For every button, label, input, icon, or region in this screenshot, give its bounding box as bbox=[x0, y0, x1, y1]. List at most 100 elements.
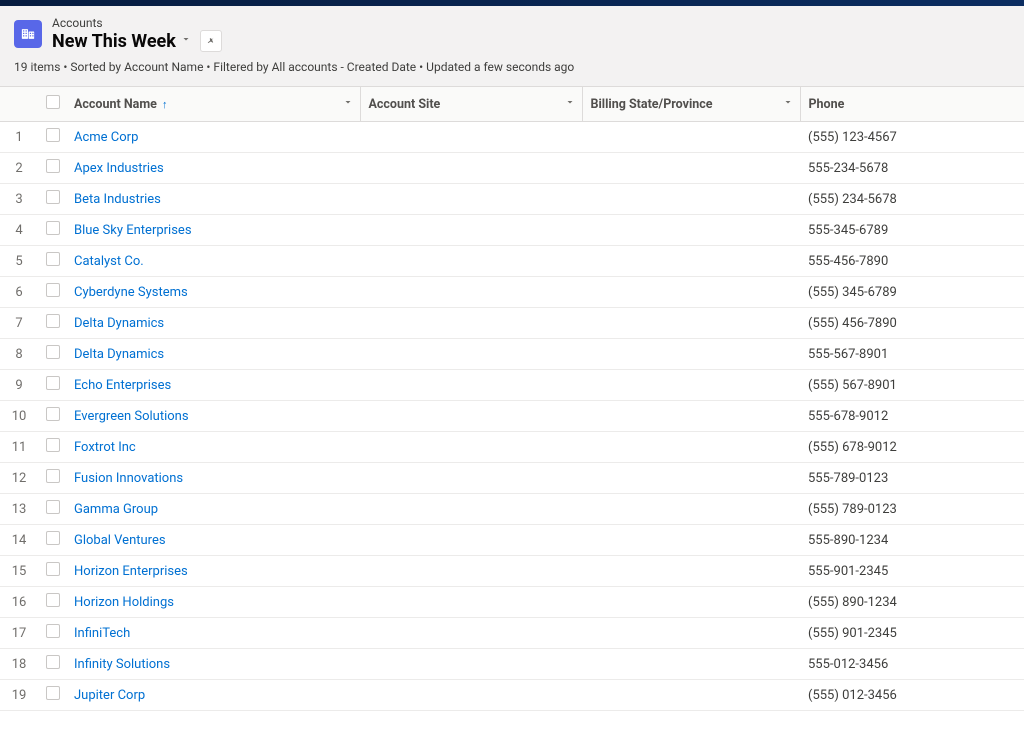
account-name-link[interactable]: Apex Industries bbox=[74, 161, 164, 176]
account-name-link[interactable]: Infinity Solutions bbox=[74, 657, 170, 672]
billing-state-cell bbox=[582, 308, 800, 339]
row-checkbox[interactable] bbox=[46, 221, 60, 235]
col-header-rownum bbox=[0, 87, 38, 122]
account-name-cell: Horizon Holdings bbox=[66, 587, 360, 618]
select-all-checkbox[interactable] bbox=[46, 95, 60, 109]
col-header-select-all[interactable] bbox=[38, 87, 66, 122]
row-checkbox-cell[interactable] bbox=[38, 215, 66, 246]
row-checkbox-cell[interactable] bbox=[38, 308, 66, 339]
row-checkbox[interactable] bbox=[46, 562, 60, 576]
row-checkbox-cell[interactable] bbox=[38, 680, 66, 711]
row-checkbox-cell[interactable] bbox=[38, 370, 66, 401]
pin-list-button[interactable] bbox=[200, 30, 222, 52]
account-name-cell: Blue Sky Enterprises bbox=[66, 215, 360, 246]
row-checkbox[interactable] bbox=[46, 128, 60, 142]
account-site-cell bbox=[360, 122, 582, 153]
account-name-link[interactable]: Fusion Innovations bbox=[74, 471, 183, 486]
row-number: 19 bbox=[0, 680, 38, 711]
row-checkbox-cell[interactable] bbox=[38, 153, 66, 184]
row-checkbox-cell[interactable] bbox=[38, 556, 66, 587]
account-name-link[interactable]: Horizon Holdings bbox=[74, 595, 174, 610]
col-header-account-site[interactable]: Account Site bbox=[360, 87, 582, 122]
account-name-cell: Foxtrot Inc bbox=[66, 432, 360, 463]
row-checkbox[interactable] bbox=[46, 655, 60, 669]
col-header-account-name[interactable]: Account Name ↑ bbox=[66, 87, 360, 122]
billing-state-cell bbox=[582, 401, 800, 432]
table-row: 4Blue Sky Enterprises555-345-6789 bbox=[0, 215, 1024, 246]
col-menu-billing-state[interactable] bbox=[782, 96, 794, 112]
row-checkbox[interactable] bbox=[46, 686, 60, 700]
account-name-link[interactable]: Cyberdyne Systems bbox=[74, 285, 188, 300]
phone-cell: 555-345-6789 bbox=[800, 215, 1024, 246]
account-name-link[interactable]: Delta Dynamics bbox=[74, 347, 164, 362]
row-checkbox-cell[interactable] bbox=[38, 432, 66, 463]
row-checkbox[interactable] bbox=[46, 314, 60, 328]
col-menu-account-site[interactable] bbox=[564, 96, 576, 112]
phone-cell: 555-234-5678 bbox=[800, 153, 1024, 184]
row-checkbox[interactable] bbox=[46, 376, 60, 390]
table-row: 10Evergreen Solutions555-678-9012 bbox=[0, 401, 1024, 432]
billing-state-cell bbox=[582, 432, 800, 463]
row-checkbox-cell[interactable] bbox=[38, 246, 66, 277]
row-checkbox[interactable] bbox=[46, 469, 60, 483]
table-row: 16Horizon Holdings(555) 890-1234 bbox=[0, 587, 1024, 618]
row-number: 8 bbox=[0, 339, 38, 370]
billing-state-cell bbox=[582, 525, 800, 556]
col-header-billing-state[interactable]: Billing State/Province bbox=[582, 87, 800, 122]
row-checkbox-cell[interactable] bbox=[38, 277, 66, 308]
row-checkbox-cell[interactable] bbox=[38, 122, 66, 153]
row-checkbox-cell[interactable] bbox=[38, 401, 66, 432]
list-view-title[interactable]: New This Week bbox=[52, 31, 176, 52]
row-checkbox-cell[interactable] bbox=[38, 463, 66, 494]
account-site-cell bbox=[360, 649, 582, 680]
account-name-link[interactable]: Foxtrot Inc bbox=[74, 440, 136, 455]
col-menu-account-name[interactable] bbox=[342, 96, 354, 112]
row-checkbox-cell[interactable] bbox=[38, 339, 66, 370]
row-checkbox[interactable] bbox=[46, 438, 60, 452]
row-checkbox[interactable] bbox=[46, 624, 60, 638]
billing-state-cell bbox=[582, 370, 800, 401]
account-name-link[interactable]: Delta Dynamics bbox=[74, 316, 164, 331]
table-row: 19Jupiter Corp(555) 012-3456 bbox=[0, 680, 1024, 711]
col-header-billing-state-label: Billing State/Province bbox=[591, 97, 713, 112]
account-name-link[interactable]: Blue Sky Enterprises bbox=[74, 223, 192, 238]
account-name-link[interactable]: Beta Industries bbox=[74, 192, 161, 207]
view-switcher-caret-icon[interactable] bbox=[180, 33, 192, 49]
account-name-link[interactable]: Echo Enterprises bbox=[74, 378, 171, 393]
col-header-phone[interactable]: Phone bbox=[800, 87, 1024, 122]
row-checkbox-cell[interactable] bbox=[38, 525, 66, 556]
phone-cell: (555) 567-8901 bbox=[800, 370, 1024, 401]
row-checkbox-cell[interactable] bbox=[38, 494, 66, 525]
row-checkbox[interactable] bbox=[46, 531, 60, 545]
row-checkbox-cell[interactable] bbox=[38, 184, 66, 215]
row-checkbox[interactable] bbox=[46, 283, 60, 297]
row-number: 1 bbox=[0, 122, 38, 153]
account-site-cell bbox=[360, 215, 582, 246]
account-name-link[interactable]: Gamma Group bbox=[74, 502, 158, 517]
row-checkbox[interactable] bbox=[46, 500, 60, 514]
billing-state-cell bbox=[582, 122, 800, 153]
row-checkbox[interactable] bbox=[46, 407, 60, 421]
row-checkbox[interactable] bbox=[46, 593, 60, 607]
table-row: 3Beta Industries(555) 234-5678 bbox=[0, 184, 1024, 215]
account-name-link[interactable]: Evergreen Solutions bbox=[74, 409, 189, 424]
row-checkbox[interactable] bbox=[46, 159, 60, 173]
account-name-link[interactable]: Catalyst Co. bbox=[74, 254, 144, 269]
row-checkbox[interactable] bbox=[46, 345, 60, 359]
account-site-cell bbox=[360, 525, 582, 556]
row-checkbox-cell[interactable] bbox=[38, 649, 66, 680]
row-checkbox[interactable] bbox=[46, 252, 60, 266]
account-name-link[interactable]: InfiniTech bbox=[74, 626, 130, 641]
table-row: 13Gamma Group(555) 789-0123 bbox=[0, 494, 1024, 525]
phone-cell: 555-789-0123 bbox=[800, 463, 1024, 494]
row-checkbox-cell[interactable] bbox=[38, 587, 66, 618]
row-checkbox[interactable] bbox=[46, 190, 60, 204]
account-name-link[interactable]: Global Ventures bbox=[74, 533, 166, 548]
account-site-cell bbox=[360, 494, 582, 525]
account-name-link[interactable]: Horizon Enterprises bbox=[74, 564, 188, 579]
row-checkbox-cell[interactable] bbox=[38, 618, 66, 649]
account-name-link[interactable]: Jupiter Corp bbox=[74, 688, 145, 703]
table-row: 1Acme Corp(555) 123-4567 bbox=[0, 122, 1024, 153]
table-row: 9Echo Enterprises(555) 567-8901 bbox=[0, 370, 1024, 401]
account-name-link[interactable]: Acme Corp bbox=[74, 130, 138, 145]
